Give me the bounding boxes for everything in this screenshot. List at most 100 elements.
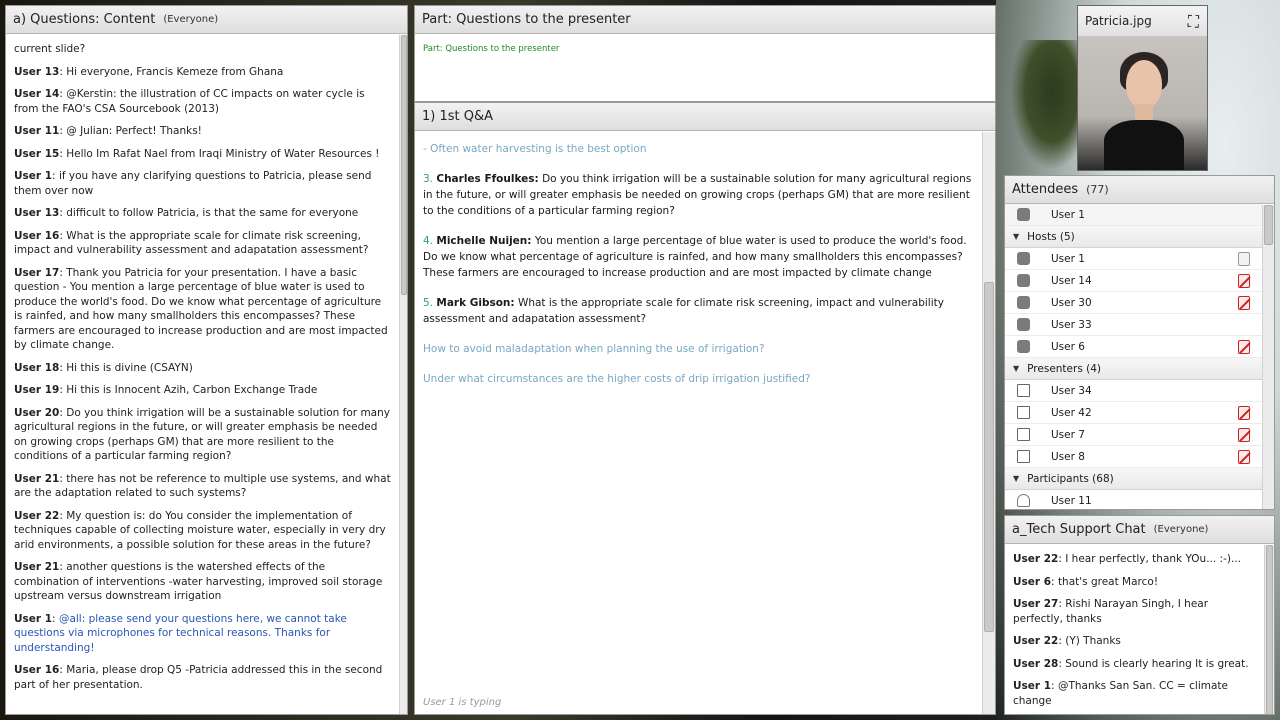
tech-chat-scope: (Everyone)	[1153, 524, 1209, 535]
chat-message-text: What is the appropriate scale for climat…	[14, 229, 369, 257]
presenter-user-icon	[1017, 406, 1030, 419]
host-user-icon	[1017, 318, 1030, 331]
attendee-row[interactable]: User 8	[1005, 446, 1262, 468]
mic-off-icon	[1238, 274, 1250, 288]
collapse-triangle-icon[interactable]: ▼	[1013, 232, 1019, 241]
attendee-name: User 14	[1051, 274, 1092, 287]
camera-header: Patricia.jpg ⛶	[1078, 6, 1207, 36]
attendee-group-host[interactable]: ▼ Hosts (5)	[1005, 226, 1262, 248]
tech-chat-message: User 1: @Thanks San San. CC = climate ch…	[1013, 680, 1228, 707]
tech-chat-message: User 27: Rishi Narayan Singh, I hear per…	[1013, 598, 1209, 625]
photo-body	[1104, 120, 1184, 170]
chat-message-text: Thank you Patricia for your presentation…	[14, 266, 388, 352]
attendee-list: User 1 ▼ Hosts (5) User 1 User 14 User 30 Use…	[1005, 204, 1262, 509]
mic-off-icon	[1238, 450, 1250, 464]
tech-chat-text: I hear perfectly, thank YOu... :-)...	[1065, 553, 1241, 565]
camera-title: Patricia.jpg	[1085, 14, 1152, 28]
tech-chat-text: Sound is clearly hearing It is great.	[1065, 657, 1249, 670]
tech-chat-scrollbar[interactable]	[1264, 545, 1274, 714]
tech-chat-message: User 6: that's great Marco!	[1013, 575, 1159, 588]
attendees-scrollbar-thumb[interactable]	[1264, 205, 1273, 245]
qa-note-item: Under what circumstances are the higher …	[423, 371, 975, 387]
collapse-triangle-icon[interactable]: ▼	[1013, 364, 1019, 373]
chat-message-sender: User 20	[14, 406, 60, 419]
attendee-name: User 30	[1051, 296, 1092, 309]
chat-message: User 13: difficult to follow Patricia, i…	[14, 207, 359, 219]
tech-chat-sender: User 27	[1013, 598, 1059, 610]
tech-chat-scrollbar-thumb[interactable]	[1266, 545, 1273, 714]
chat-message: User 13: Hi everyone, Francis Kemeze fro…	[14, 65, 284, 78]
attendee-group-label: Hosts (5)	[1027, 230, 1075, 243]
attendee-row[interactable]: User 14	[1005, 270, 1262, 292]
tech-chat-sender: User 22	[1013, 553, 1059, 565]
fullscreen-icon[interactable]: ⛶	[1188, 12, 1199, 32]
qa-note-author: Michelle Nuijen:	[436, 235, 532, 247]
chat-message-sender: User 1	[14, 612, 53, 625]
notes-part-header: Part: Questions to the presenter	[415, 6, 995, 34]
chat-message-sender: User 11	[14, 125, 60, 137]
chat-message-sender: User 18	[14, 361, 60, 374]
chat-message: User 17: Thank you Patricia for your pre…	[14, 266, 388, 352]
tech-chat-sender: User 28	[1013, 657, 1059, 670]
notes-qa-title: 1) 1st Q&A	[422, 109, 494, 124]
attendees-scrollbar[interactable]	[1262, 205, 1274, 509]
current-user-row[interactable]: User 1	[1005, 204, 1262, 226]
attendee-row[interactable]: User 42	[1005, 402, 1262, 424]
chat-message-text: Maria, please drop Q5 -Patricia addresse…	[14, 664, 383, 691]
chat-message: User 1: if you have any clarifying quest…	[14, 170, 372, 197]
attendee-name: User 42	[1051, 406, 1092, 419]
qa-note-number: 4.	[423, 235, 434, 247]
attendee-row[interactable]: User 33	[1005, 314, 1262, 336]
current-user-name: User 1	[1051, 208, 1085, 221]
chat-message: User 15: Hello Im Rafat Nael from Iraqi …	[14, 147, 380, 160]
attendee-name: User 8	[1051, 450, 1085, 463]
chat-message-text: another questions is the watershed effec…	[14, 561, 383, 602]
chat-message-text: @all: please send your questions here, w…	[14, 612, 347, 654]
chat-message-sender: User 21	[14, 472, 60, 485]
attendee-name: User 1	[1051, 252, 1085, 265]
collapse-triangle-icon[interactable]: ▼	[1013, 474, 1019, 483]
chat-scrollbar[interactable]	[399, 35, 407, 714]
notes-scrollbar[interactable]	[982, 132, 995, 714]
chat-message-text: Hello Im Rafat Nael from Iraqi Ministry …	[66, 147, 380, 160]
host-user-icon	[1017, 274, 1030, 287]
chat-message-sender: User 19	[14, 384, 60, 396]
attendee-row[interactable]: User 6	[1005, 336, 1262, 358]
camera-status-icon	[1238, 252, 1250, 266]
chat-message: User 1: @all: please send your questions…	[14, 612, 347, 654]
attendees-title: Attendees	[1012, 182, 1079, 197]
attendee-row[interactable]: User 7	[1005, 424, 1262, 446]
chat-message: User 21: another questions is the waters…	[14, 561, 383, 602]
attendee-group-label: Participants (68)	[1027, 472, 1114, 485]
notes-part-body[interactable]: Part: Questions to the presenter	[415, 34, 995, 64]
attendee-group-presenter[interactable]: ▼ Presenters (4)	[1005, 358, 1262, 380]
presenter-user-icon	[1017, 384, 1030, 397]
tech-chat-sender: User 6	[1013, 575, 1052, 588]
background-palm	[1010, 40, 1080, 170]
notes-qa-content[interactable]: - Often water harvesting is the best opt…	[415, 133, 983, 692]
participant-user-icon	[1017, 494, 1030, 507]
notes-scrollbar-thumb[interactable]	[984, 282, 994, 632]
qa-note-author: Mark Gibson:	[436, 297, 515, 309]
attendee-row[interactable]: User 30	[1005, 292, 1262, 314]
mic-off-icon	[1238, 428, 1250, 442]
typing-indicator: User 1 is typing	[423, 697, 502, 708]
qa-note-item: 4. Michelle Nuijen: You mention a large …	[423, 233, 975, 281]
chat-scrollbar-thumb[interactable]	[401, 35, 407, 295]
presenter-user-icon	[1017, 428, 1030, 441]
attendee-row[interactable]: User 11	[1005, 490, 1262, 509]
chat-message-sender: User 15	[14, 147, 60, 160]
attendee-group-participant[interactable]: ▼ Participants (68)	[1005, 468, 1262, 490]
attendee-row[interactable]: User 34	[1005, 380, 1262, 402]
tech-support-chat-pod: a_Tech Support Chat (Everyone) User 22: …	[1004, 515, 1275, 715]
chat-message: User 11: @ Julian: Perfect! Thanks!	[14, 125, 202, 137]
attendees-header: Attendees (77)	[1005, 176, 1274, 204]
questions-chat-pod: a) Questions: Content (Everyone) current…	[5, 5, 408, 715]
chat-message: User 18: Hi this is divine (CSAYN)	[14, 361, 193, 374]
mic-off-icon	[1238, 296, 1250, 310]
host-user-icon	[1017, 252, 1030, 265]
attendee-row[interactable]: User 1	[1005, 248, 1262, 270]
chat-message-sender: User 16	[14, 664, 60, 676]
chat-pod-header: a) Questions: Content (Everyone)	[6, 6, 407, 34]
attendee-name: User 34	[1051, 384, 1092, 397]
